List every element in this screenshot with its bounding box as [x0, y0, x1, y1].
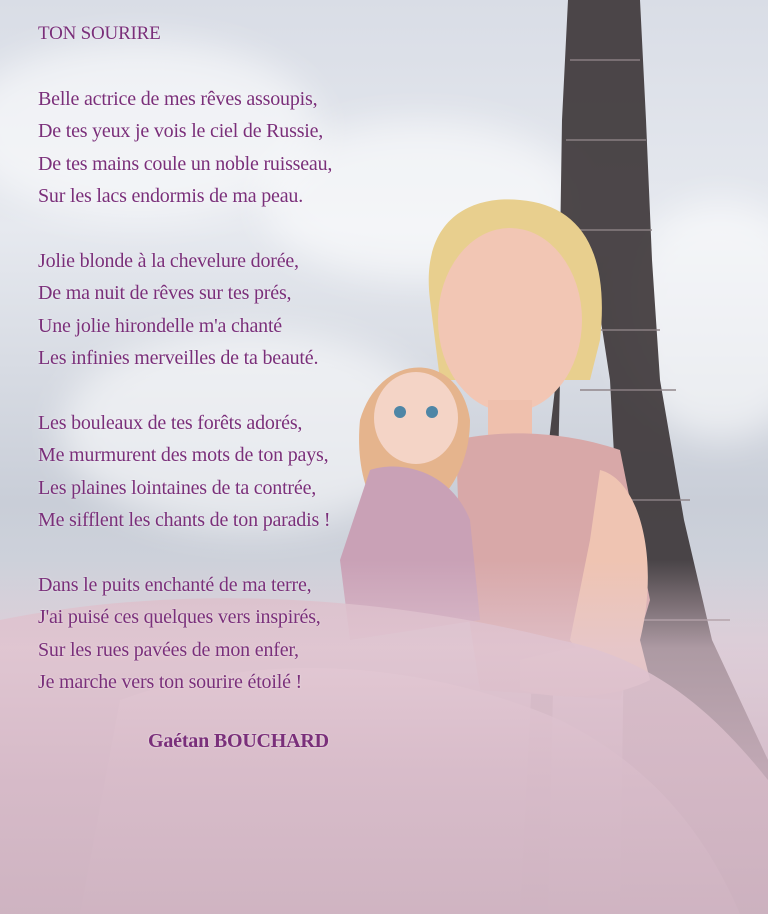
- poem-card: TON SOURIRE Belle actrice de mes rêves a…: [0, 0, 768, 914]
- poem-line: Les infinies merveilles de ta beauté.: [38, 347, 319, 369]
- stanza: Les bouleaux de tes forêts adorés, Me mu…: [38, 407, 438, 537]
- poem-line: De tes yeux je vois le ciel de Russie,: [38, 120, 324, 142]
- poem: TON SOURIRE Belle actrice de mes rêves a…: [38, 14, 438, 757]
- poem-line: Les bouleaux de tes forêts adorés,: [38, 411, 303, 434]
- poem-line: Me murmurent des mots de ton pays,: [38, 444, 329, 466]
- stanza: Dans le puits enchanté de ma terre, J'ai…: [38, 569, 438, 699]
- poem-line: Belle actrice de mes rêves assoupis,: [38, 87, 318, 110]
- poem-line: Je marche vers ton sourire étoilé !: [38, 671, 303, 693]
- poem-line: J'ai puisé ces quelques vers inspirés,: [38, 606, 321, 628]
- poem-line: Les plaines lointaines de ta contrée,: [38, 476, 317, 499]
- poem-line: De ma nuit de rêves sur tes prés,: [38, 282, 292, 304]
- poem-title: TON SOURIRE: [38, 23, 161, 44]
- poem-line: Me sifflent les chants de ton paradis !: [38, 509, 331, 531]
- poem-line: De tes mains coule un noble ruisseau,: [38, 152, 333, 175]
- stanza: Belle actrice de mes rêves assoupis, De …: [38, 83, 438, 213]
- poem-line: Une jolie hirondelle m'a chanté: [38, 314, 282, 337]
- poem-line: Dans le puits enchanté de ma terre,: [38, 573, 312, 596]
- poem-line: Sur les lacs endormis de ma peau.: [38, 185, 303, 207]
- stanza: Jolie blonde à la chevelure dorée, De ma…: [38, 245, 438, 375]
- poem-line: Sur les rues pavées de mon enfer,: [38, 638, 299, 661]
- poem-author: Gaétan BOUCHARD: [148, 729, 329, 752]
- poem-line: Jolie blonde à la chevelure dorée,: [38, 249, 299, 272]
